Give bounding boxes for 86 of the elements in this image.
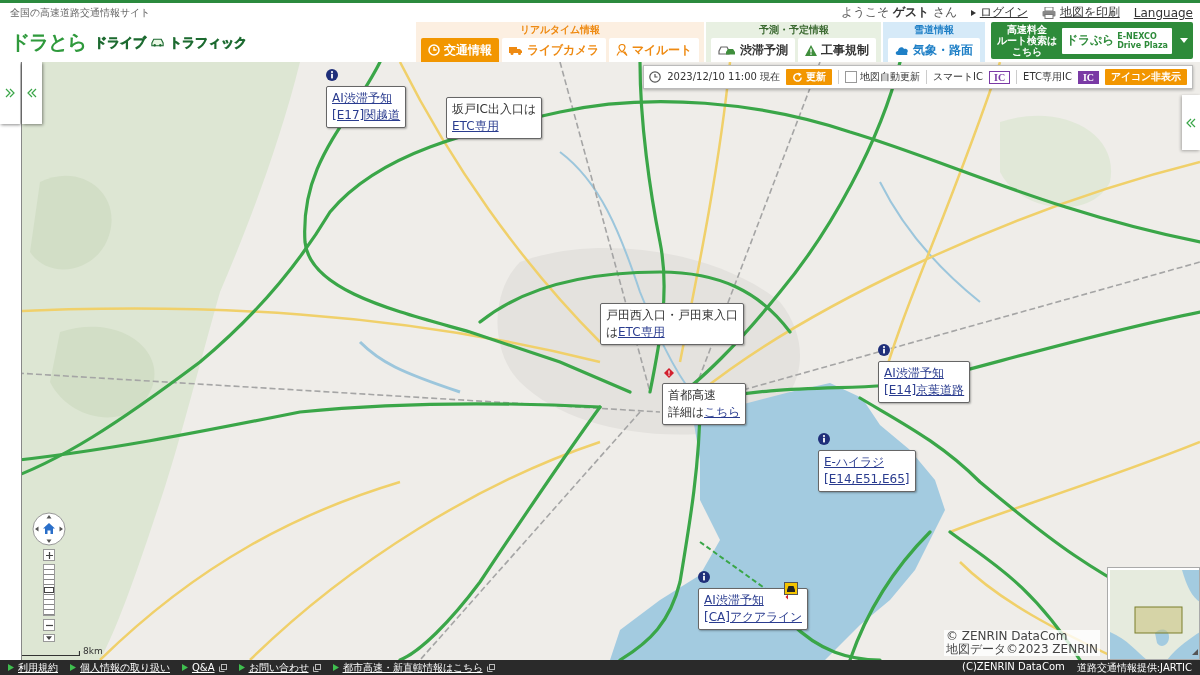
popup-link[interactable]: [E17]関越道 (332, 107, 401, 124)
printer-icon (1041, 6, 1056, 19)
vehicle-marker-icon[interactable] (784, 582, 798, 600)
nav-tab[interactable]: 気象・路面 (888, 38, 981, 62)
popup-link[interactable]: [CA]アクアライン (704, 609, 802, 626)
info-icon[interactable] (818, 433, 830, 445)
site-logo[interactable]: ドラとら (10, 30, 86, 54)
footer-link[interactable]: お問い合わせ (248, 661, 309, 674)
legend-label: ETC専用IC (1023, 70, 1072, 84)
welcome-text: ようこそ ゲスト さん (841, 4, 957, 21)
popup-link[interactable]: E-ハイラジ (824, 454, 884, 471)
timestamp-text: 2023/12/10 11:00 現在 (667, 70, 781, 84)
credit-text: (C)ZENRIN DataCom (962, 660, 1065, 674)
caret-icon (46, 636, 52, 640)
map-attribution: 地図データ©2023 ZENRIN (946, 643, 1098, 656)
footer-link[interactable]: Q&A (192, 661, 215, 674)
nav-group-title: 予測・予定情報 (758, 23, 829, 37)
popup-link[interactable]: ETC専用 (452, 118, 499, 135)
double-chevron-left-icon (1186, 117, 1196, 128)
info-icon[interactable] (878, 344, 890, 356)
brand-name: ドラぷら (1066, 32, 1115, 49)
triangle-icon (8, 664, 14, 671)
map-pin-icon (616, 44, 629, 56)
popup-text: 首都高速 (668, 387, 716, 404)
ic-badge: IC (1077, 70, 1099, 84)
zoom-slider-thumb[interactable] (44, 587, 54, 593)
collapse-controls-button[interactable] (43, 634, 55, 642)
clock-icon (428, 44, 441, 56)
logo-tagline: トラフィック (169, 34, 247, 50)
warning-diamond-icon[interactable] (664, 368, 674, 378)
popup-link[interactable]: [E14]京葉道路 (884, 382, 965, 399)
popup-text: 坂戸IC出入口は (452, 101, 536, 118)
home-icon[interactable] (43, 523, 55, 534)
triangle-icon (238, 664, 245, 671)
popup-link[interactable]: AI渋滞予知 (704, 592, 764, 609)
truck-icon (509, 45, 524, 55)
pan-control[interactable] (32, 512, 66, 546)
triangle-icon (182, 664, 188, 671)
route-search-link[interactable]: 高速料金 ルート検索は こちら (997, 24, 1058, 57)
double-chevron-left-icon (27, 88, 37, 98)
zoom-in-button[interactable] (43, 549, 55, 561)
double-chevron-right-icon (5, 88, 15, 98)
info-icon[interactable] (326, 69, 338, 81)
map-attribution: © ZENRIN DataCom (946, 630, 1068, 643)
nav-group-title: 雪道情報 (914, 23, 955, 37)
popup-text: 詳細はこちら (668, 404, 740, 421)
triangle-icon (70, 664, 76, 671)
nav-tab[interactable]: 渋滞予測 (711, 38, 796, 62)
logo-tagline: ドライブ (94, 34, 146, 50)
popup-text: 戸田西入口・戸田東入口 (606, 307, 738, 324)
popup-link[interactable]: ETC専用 (618, 325, 665, 339)
popup-link[interactable]: [E14,E51,E65] (824, 471, 910, 488)
checkbox-label: 地図自動更新 (860, 70, 921, 84)
car-icon (150, 37, 165, 47)
popup-link[interactable]: AI渋滞予知 (884, 365, 944, 382)
warning-icon (805, 44, 818, 56)
plus-icon (45, 551, 53, 559)
brand-subtitle: E-NEXCO Drive Plaza (1117, 31, 1168, 50)
ic-badge: IC (989, 70, 1011, 84)
footer-link[interactable]: 利用規約 (18, 661, 58, 674)
cars-icon (718, 45, 737, 55)
triangle-icon (332, 664, 339, 671)
popup-text: はETC専用 (606, 324, 665, 341)
cloud-icon (895, 45, 910, 55)
caret-icon (1180, 38, 1188, 43)
credit-text: 道路交通情報提供:JARTIC (1076, 660, 1192, 675)
language-link[interactable]: Language (1133, 5, 1193, 20)
print-map-link[interactable]: 地図を印刷 (1059, 4, 1120, 21)
popup-link[interactable]: AI渋滞予知 (332, 90, 392, 107)
login-link[interactable]: ログイン (979, 4, 1028, 21)
footer-link[interactable]: 個人情報の取り扱い (80, 661, 170, 674)
zoom-slider-track[interactable] (43, 564, 55, 616)
legend-label: スマートIC (933, 70, 983, 84)
refresh-icon (792, 71, 804, 83)
popup-link[interactable]: こちら (704, 405, 740, 419)
info-icon[interactable] (698, 571, 710, 583)
scale-label: 8km (83, 646, 103, 656)
scale-bar (22, 651, 80, 656)
triangle-icon (970, 9, 976, 16)
nav-tab[interactable]: 工事規制 (798, 38, 877, 62)
footer-link[interactable]: 都市高速・新直轄情報はこちら (342, 661, 483, 674)
zoom-out-button[interactable] (43, 619, 55, 631)
checkbox[interactable] (845, 71, 858, 83)
site-tagline: 全国の高速道路交通情報サイト (10, 7, 151, 19)
nav-group-title: リアルタイム情報 (520, 23, 601, 37)
clock-icon (649, 71, 662, 83)
